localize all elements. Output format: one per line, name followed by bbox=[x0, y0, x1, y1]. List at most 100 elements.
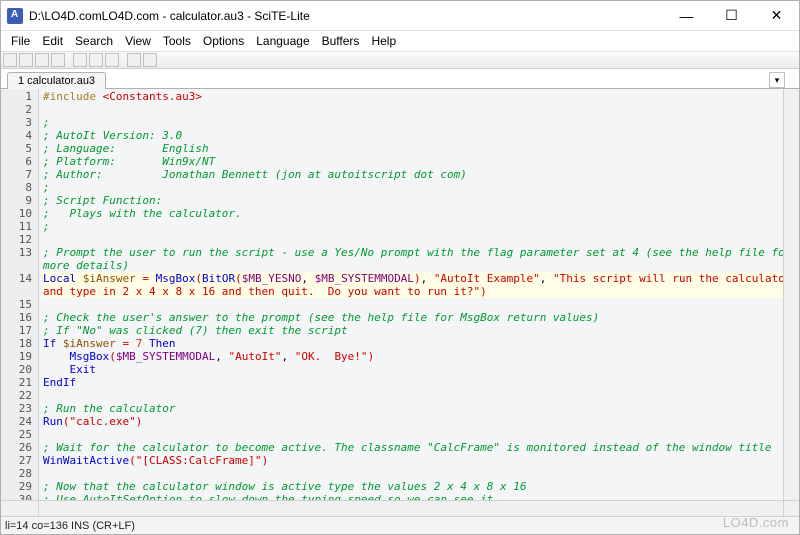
line-number: 8 bbox=[1, 181, 32, 194]
line-number: 11 bbox=[1, 220, 32, 233]
line-number: 20 bbox=[1, 363, 32, 376]
tool-new-icon[interactable] bbox=[3, 53, 17, 67]
line-number: 25 bbox=[1, 428, 32, 441]
code-line: ; Platform: Win9x/NT bbox=[43, 155, 783, 168]
line-number: 7 bbox=[1, 168, 32, 181]
line-number: 27 bbox=[1, 454, 32, 467]
menubar: File Edit Search View Tools Options Lang… bbox=[1, 31, 799, 51]
tool-cut-icon[interactable] bbox=[73, 53, 87, 67]
code-line bbox=[43, 389, 783, 402]
line-number: 2 bbox=[1, 103, 32, 116]
code-line: ; Wait for the calculator to become acti… bbox=[43, 441, 783, 454]
code-line: ; If "No" was clicked (7) then exit the … bbox=[43, 324, 783, 337]
menu-file[interactable]: File bbox=[5, 33, 36, 49]
line-number: 12 bbox=[1, 233, 32, 246]
code-line: ; Plays with the calculator. bbox=[43, 207, 783, 220]
app-icon bbox=[7, 8, 23, 24]
code-line: #include <Constants.au3> bbox=[43, 90, 783, 103]
code-editor[interactable]: #include <Constants.au3> ;; AutoIt Versi… bbox=[39, 89, 783, 500]
menu-tools[interactable]: Tools bbox=[157, 33, 197, 49]
line-number: 22 bbox=[1, 389, 32, 402]
tab-list-button[interactable]: ▾ bbox=[769, 72, 785, 88]
code-line: ; Prompt the user to run the script - us… bbox=[43, 246, 783, 259]
code-line bbox=[43, 103, 783, 116]
code-line: Exit bbox=[43, 363, 783, 376]
window-title: D:\LO4D.comLO4D.com - calculator.au3 - S… bbox=[29, 9, 664, 23]
code-line: ; Now that the calculator window is acti… bbox=[43, 480, 783, 493]
line-number: 3 bbox=[1, 116, 32, 129]
vertical-scrollbar[interactable] bbox=[783, 89, 799, 500]
code-line: ; Check the user's answer to the prompt … bbox=[43, 311, 783, 324]
line-number: 5 bbox=[1, 142, 32, 155]
tool-open-icon[interactable] bbox=[19, 53, 33, 67]
line-number: 16 bbox=[1, 311, 32, 324]
tool-paste-icon[interactable] bbox=[105, 53, 119, 67]
menu-buffers[interactable]: Buffers bbox=[316, 33, 366, 49]
line-number: 21 bbox=[1, 376, 32, 389]
line-number: 14 bbox=[1, 272, 32, 285]
code-line bbox=[43, 298, 783, 311]
line-number: 23 bbox=[1, 402, 32, 415]
code-line bbox=[43, 467, 783, 480]
menu-edit[interactable]: Edit bbox=[36, 33, 69, 49]
line-number: 10 bbox=[1, 207, 32, 220]
code-line: EndIf bbox=[43, 376, 783, 389]
line-number: 30 bbox=[1, 493, 32, 500]
code-line: ; AutoIt Version: 3.0 bbox=[43, 129, 783, 142]
watermark: LO4D.com bbox=[723, 515, 789, 530]
code-line: ; bbox=[43, 181, 783, 194]
menu-help[interactable]: Help bbox=[365, 33, 402, 49]
menu-view[interactable]: View bbox=[119, 33, 157, 49]
line-number: 18 bbox=[1, 337, 32, 350]
tool-copy-icon[interactable] bbox=[89, 53, 103, 67]
line-number: 26 bbox=[1, 441, 32, 454]
gutter-corner bbox=[1, 501, 39, 516]
close-button[interactable]: ✕ bbox=[754, 1, 799, 30]
code-line bbox=[43, 233, 783, 246]
menu-language[interactable]: Language bbox=[250, 33, 315, 49]
tool-redo-icon[interactable] bbox=[143, 53, 157, 67]
line-number: 13 bbox=[1, 246, 32, 259]
line-number: 24 bbox=[1, 415, 32, 428]
line-number: 9 bbox=[1, 194, 32, 207]
code-line: Run("calc.exe") bbox=[43, 415, 783, 428]
line-number: 15 bbox=[1, 298, 32, 311]
horizontal-scrollbar[interactable] bbox=[39, 501, 783, 516]
window-controls: — ☐ ✕ bbox=[664, 1, 799, 30]
code-line: MsgBox($MB_SYSTEMMODAL, "AutoIt", "OK. B… bbox=[43, 350, 783, 363]
editor-area: 1234567891011121314151617181920212223242… bbox=[1, 89, 799, 500]
menu-options[interactable]: Options bbox=[197, 33, 250, 49]
tab-bar: 1 calculator.au3 ▾ bbox=[1, 69, 799, 89]
tab-calculator[interactable]: 1 calculator.au3 bbox=[7, 72, 106, 89]
app-window: D:\LO4D.comLO4D.com - calculator.au3 - S… bbox=[0, 0, 800, 535]
line-number: 1 bbox=[1, 90, 32, 103]
minimize-button[interactable]: — bbox=[664, 1, 709, 30]
code-line: WinWaitActive("[CLASS:CalcFrame]") bbox=[43, 454, 783, 467]
line-number: 17 bbox=[1, 324, 32, 337]
titlebar: D:\LO4D.comLO4D.com - calculator.au3 - S… bbox=[1, 1, 799, 31]
code-line: ; Run the calculator bbox=[43, 402, 783, 415]
line-gutter: 1234567891011121314151617181920212223242… bbox=[1, 89, 39, 500]
line-number: 19 bbox=[1, 350, 32, 363]
line-number: 6 bbox=[1, 155, 32, 168]
menu-search[interactable]: Search bbox=[69, 33, 119, 49]
tool-save-icon[interactable] bbox=[35, 53, 49, 67]
status-text: li=14 co=136 INS (CR+LF) bbox=[5, 520, 135, 532]
code-line: ; bbox=[43, 220, 783, 233]
code-line: ; Use AutoItSetOption to slow down the t… bbox=[43, 493, 783, 500]
code-line: ; bbox=[43, 116, 783, 129]
code-line bbox=[43, 428, 783, 441]
code-line: ; Language: English bbox=[43, 142, 783, 155]
line-number: 4 bbox=[1, 129, 32, 142]
maximize-button[interactable]: ☐ bbox=[709, 1, 754, 30]
tool-print-icon[interactable] bbox=[51, 53, 65, 67]
line-number: 28 bbox=[1, 467, 32, 480]
code-line: If $iAnswer = 7 Then bbox=[43, 337, 783, 350]
code-line: more details) bbox=[43, 259, 783, 272]
code-line: ; Author: Jonathan Bennett (jon at autoi… bbox=[43, 168, 783, 181]
line-number: 29 bbox=[1, 480, 32, 493]
scroll-corner bbox=[783, 501, 799, 516]
tool-undo-icon[interactable] bbox=[127, 53, 141, 67]
line-number bbox=[1, 285, 32, 298]
line-number bbox=[1, 259, 32, 272]
